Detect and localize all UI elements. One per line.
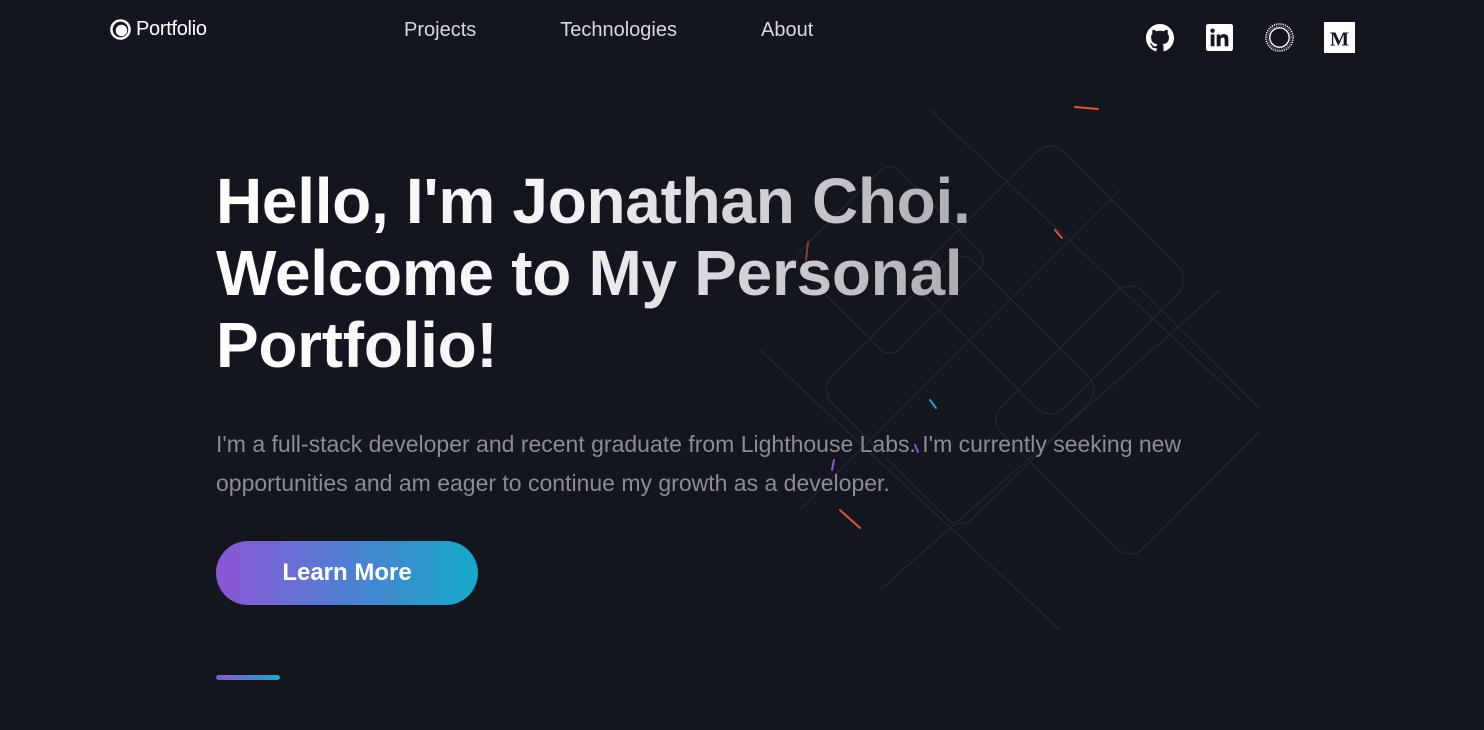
hero-title: Hello, I'm Jonathan Choi. Welcome to My … [216,165,1216,381]
svg-text:M: M [1330,28,1349,50]
brand-link[interactable]: Portfolio [110,18,207,41]
circle-ring-icon[interactable] [1264,22,1295,53]
nav-link-technologies[interactable]: Technologies [560,19,677,42]
linkedin-icon[interactable] [1204,22,1235,53]
brand-logo-icon [110,19,131,40]
medium-icon[interactable]: M [1324,22,1355,53]
learn-more-button[interactable]: Learn More [216,541,478,605]
nav-links: Projects Technologies About [404,19,813,42]
section-divider [216,675,280,680]
hero-title-line-3: Portfolio! [216,309,498,381]
hero-title-line-2: Welcome to My Personal [216,237,963,309]
top-navigation: Portfolio Projects Technologies About M [0,0,1484,64]
nav-link-projects[interactable]: Projects [404,19,476,42]
hero-title-line-1: Hello, I'm Jonathan Choi. [216,165,971,237]
brand-name: Portfolio [136,18,207,40]
social-links: M [1144,22,1355,53]
hero-section: Hello, I'm Jonathan Choi. Welcome to My … [216,165,1216,605]
portfolio-page: Portfolio Projects Technologies About M … [0,0,1484,730]
nav-link-about[interactable]: About [761,19,813,42]
github-icon[interactable] [1144,22,1175,53]
hero-description: I'm a full-stack developer and recent gr… [216,431,1182,496]
